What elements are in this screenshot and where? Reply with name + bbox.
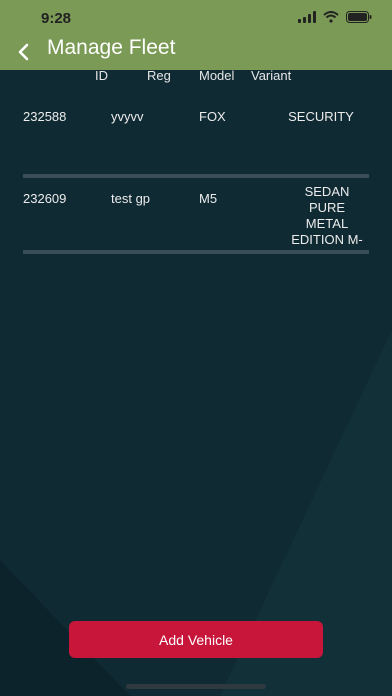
header-reg: Reg — [147, 68, 171, 83]
page-title: Manage Fleet — [47, 36, 176, 59]
table-header: ID Reg Model Variant — [0, 68, 392, 90]
back-button[interactable] — [8, 36, 38, 68]
signal-icon — [298, 11, 316, 23]
variant-line: EDITION M- — [291, 232, 363, 247]
nav-bar: Manage Fleet — [0, 34, 392, 70]
add-vehicle-button[interactable]: Add Vehicle — [69, 621, 323, 658]
header-variant: Variant — [251, 68, 292, 83]
app-header: 9:28 Manage Fleet — [0, 0, 392, 70]
status-bar: 9:28 — [0, 0, 392, 34]
vehicle-model: FOX — [199, 109, 226, 124]
home-indicator — [126, 684, 266, 689]
fleet-table: ID Reg Model Variant 232588 yvyvv FOX SE… — [0, 68, 392, 254]
variant-line: METAL — [305, 216, 349, 231]
variant-line: SEDAN — [304, 184, 350, 199]
header-id: ID — [95, 68, 108, 83]
row-divider — [23, 250, 369, 254]
vehicle-variant: SECURITY — [276, 109, 366, 125]
vehicle-number: 232588 — [23, 109, 67, 124]
header-model: Model — [199, 68, 235, 83]
vehicle-reg: yvyvv — [111, 109, 144, 124]
back-chevron-icon — [18, 43, 29, 61]
status-time: 9:28 — [41, 10, 72, 27]
status-icons — [298, 11, 372, 23]
variant-line: SECURITY — [288, 109, 354, 124]
table-row[interactable]: 232609 test gp M5 SEDAN PURE METAL EDITI… — [0, 178, 392, 254]
vehicle-number: 232609 — [23, 191, 67, 206]
table-row[interactable]: 232588 yvyvv FOX SECURITY — [0, 90, 392, 178]
battery-icon — [346, 11, 372, 23]
wifi-icon — [323, 11, 339, 23]
vehicle-model: M5 — [199, 191, 218, 206]
vehicle-variant: SEDAN PURE METAL EDITION M- — [282, 184, 372, 248]
variant-line: PURE — [308, 200, 346, 215]
vehicle-reg: test gp — [111, 191, 151, 206]
